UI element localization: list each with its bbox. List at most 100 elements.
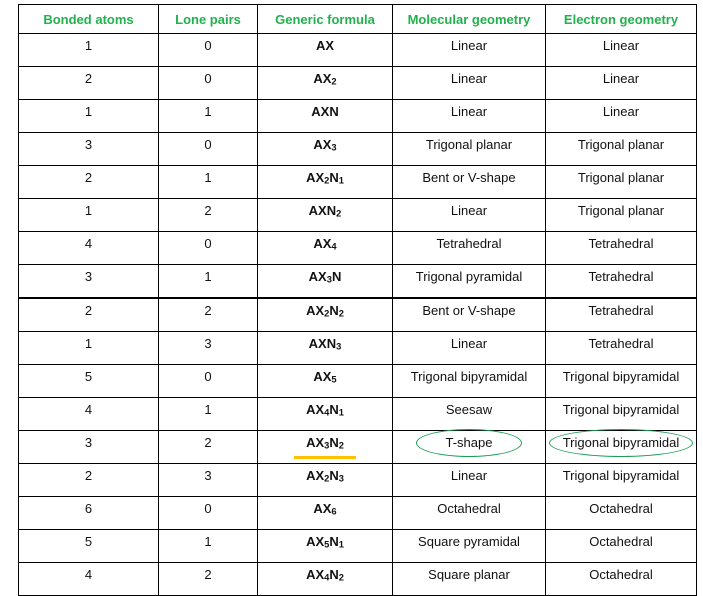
formula-base: N <box>329 567 339 582</box>
formula-subscript: 1 <box>338 407 344 418</box>
table-row: 2 0 AX2 Linear Linear <box>18 66 697 100</box>
electron-geometry-cell: Trigonal bipyramidal <box>545 397 697 431</box>
electron-geometry-cell: Octahedral <box>545 496 697 530</box>
table-row: 3 0 AX3 Trigonal planar Trigonal planar <box>18 132 697 166</box>
formula-base: AX <box>306 468 325 483</box>
electron-geometry-text: Tetrahedral <box>588 336 654 351</box>
molecular-geometry-cell: Tetrahedral <box>392 231 546 265</box>
generic-formula-cell: AX3 <box>257 132 393 166</box>
generic-formula-cell: AXN2 <box>257 198 393 232</box>
formula-base: AX <box>315 38 335 53</box>
vsepr-geometry-table: Bonded atoms Lone pairs Generic formula … <box>18 4 697 596</box>
molecular-geometry-cell: Linear <box>392 331 546 365</box>
table-row: 2 1 AX2N1 Bent or V-shape Trigonal planar <box>18 165 697 199</box>
lone-pairs-cell: 1 <box>158 397 258 431</box>
molecular-geometry-text: Trigonal planar <box>425 137 513 152</box>
bonded-atoms-cell: 2 <box>18 66 159 100</box>
molecular-geometry-cell: Trigonal bipyramidal <box>392 364 546 398</box>
formula-base: N <box>331 269 342 284</box>
molecular-geometry-cell: Linear <box>392 463 546 497</box>
header-row: Bonded atoms Lone pairs Generic formula … <box>18 4 697 34</box>
electron-geometry-text: Tetrahedral <box>588 269 654 284</box>
molecular-geometry-text: Linear <box>450 336 488 351</box>
formula-text: AX4N1 <box>306 402 344 417</box>
formula-subscript: 3 <box>336 341 342 352</box>
molecular-geometry-text: Linear <box>450 38 488 53</box>
formula-subscript: 4 <box>331 241 337 252</box>
molecular-geometry-cell: Linear <box>392 33 546 67</box>
electron-geometry-cell: Tetrahedral <box>545 264 697 299</box>
table-row: 1 1 AXN Linear Linear <box>18 99 697 133</box>
bonded-atoms-cell: 4 <box>18 562 159 596</box>
formula-base: AX <box>313 236 332 251</box>
formula-text: AX2N1 <box>306 170 344 185</box>
electron-geometry-text: Linear <box>602 71 640 86</box>
electron-geometry-text: Trigonal bipyramidal <box>562 369 680 384</box>
formula-subscript: 2 <box>331 76 337 87</box>
electron-geometry-text: Linear <box>602 104 640 119</box>
generic-formula-cell: AX2N3 <box>257 463 393 497</box>
formula-subscript: 2 <box>338 572 344 583</box>
bonded-atoms-cell: 5 <box>18 529 159 563</box>
formula-subscript: 6 <box>331 506 337 517</box>
table-row: 2 3 AX2N3 Linear Trigonal bipyramidal <box>18 463 697 497</box>
header-generic-formula: Generic formula <box>257 4 393 34</box>
lone-pairs-cell: 2 <box>158 430 258 464</box>
formula-base: AX <box>306 435 325 450</box>
formula-base: AX <box>313 71 332 86</box>
generic-formula-cell: AX <box>257 33 393 67</box>
electron-geometry-cell: Tetrahedral <box>545 331 697 365</box>
formula-base: AX <box>313 369 332 384</box>
lone-pairs-cell: 0 <box>158 132 258 166</box>
lone-pairs-cell: 2 <box>158 198 258 232</box>
table-row: 5 1 AX5N1 Square pyramidal Octahedral <box>18 529 697 563</box>
table-row: 4 2 AX4N2 Square planar Octahedral <box>18 562 697 596</box>
generic-formula-cell: AX2N1 <box>257 165 393 199</box>
table-row: 1 2 AXN2 Linear Trigonal planar <box>18 198 697 232</box>
molecular-geometry-text: Square pyramidal <box>418 534 520 549</box>
formula-text: AX6 <box>313 501 336 516</box>
formula-subscript: 5 <box>331 374 337 385</box>
molecular-geometry-text: Trigonal bipyramidal <box>410 369 528 384</box>
formula-base: AX <box>313 501 332 516</box>
molecular-geometry-cell: Trigonal pyramidal <box>392 264 546 299</box>
electron-geometry-cell: Linear <box>545 33 697 67</box>
lone-pairs-cell: 0 <box>158 231 258 265</box>
formula-subscript: 1 <box>338 539 344 550</box>
formula-subscript: 2 <box>338 440 344 451</box>
molecular-geometry-text: Trigonal pyramidal <box>415 269 523 284</box>
generic-formula-cell: AX5 <box>257 364 393 398</box>
table-body: 1 0 AX Linear Linear 2 0 AX2 Linear Linear 1 1 AXN Li… <box>18 33 697 596</box>
formula-text: AX3N <box>309 269 342 284</box>
molecular-geometry-text: Linear <box>450 468 488 483</box>
generic-formula-cell: AX4N1 <box>257 397 393 431</box>
electron-geometry-text: Octahedral <box>589 534 653 549</box>
lone-pairs-cell: 0 <box>158 66 258 100</box>
generic-formula-cell: AX3N <box>257 264 393 299</box>
formula-text: AX2 <box>313 71 336 86</box>
generic-formula-cell: AX4N2 <box>257 562 393 596</box>
table-row: 4 1 AX4N1 Seesaw Trigonal bipyramidal <box>18 397 697 431</box>
formula-text: AX <box>316 38 334 53</box>
formula-base: N <box>329 170 339 185</box>
table-row: 4 0 AX4 Tetrahedral Tetrahedral <box>18 231 697 265</box>
formula-text: AX2N3 <box>306 468 344 483</box>
electron-geometry-text: Tetrahedral <box>588 303 654 318</box>
formula-text: AXN <box>311 104 338 119</box>
electron-geometry-text: Trigonal bipyramidal <box>562 435 680 450</box>
molecular-geometry-text: T-shape <box>445 435 493 450</box>
electron-geometry-text: Octahedral <box>589 567 653 582</box>
formula-text: AX2N2 <box>306 303 344 318</box>
table-row: 3 2 AX3N2 T-shape Trigonal bipyramidal <box>18 428 697 464</box>
molecular-geometry-cell: Trigonal planar <box>392 132 546 166</box>
molecular-geometry-cell: Bent or V-shape <box>392 165 546 199</box>
generic-formula-cell: AX2N2 <box>257 297 393 332</box>
lone-pairs-cell: 0 <box>158 496 258 530</box>
bonded-atoms-cell: 5 <box>18 364 159 398</box>
formula-base: AX <box>306 303 325 318</box>
lone-pairs-cell: 3 <box>158 331 258 365</box>
electron-geometry-cell: Octahedral <box>545 562 697 596</box>
formula-base: AXN <box>308 203 337 218</box>
bonded-atoms-cell: 3 <box>18 132 159 166</box>
table-row: 1 3 AXN3 Linear Tetrahedral <box>18 331 697 365</box>
